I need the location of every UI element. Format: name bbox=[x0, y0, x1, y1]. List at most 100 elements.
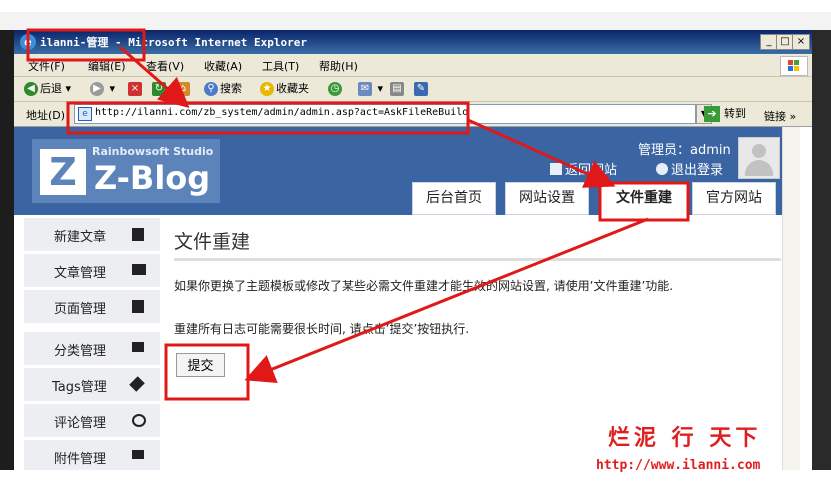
stop-button[interactable]: × bbox=[128, 80, 144, 98]
stop-icon: × bbox=[128, 82, 142, 96]
tab-site-settings[interactable]: 网站设置 bbox=[505, 182, 589, 215]
sidebar-item-comments[interactable]: 评论管理 bbox=[24, 404, 160, 438]
forward-button[interactable]: ▶ ▾ bbox=[90, 80, 115, 98]
zblog-studio-text: Rainbowsoft Studio bbox=[92, 145, 214, 158]
zblog-logo-text: Z-Blog bbox=[94, 159, 211, 197]
avatar bbox=[738, 137, 780, 179]
address-label: 地址(D) bbox=[26, 109, 66, 122]
folder-icon bbox=[132, 342, 144, 352]
title-divider bbox=[174, 258, 781, 261]
window-title: ilanni-管理 - Microsoft Internet Explorer bbox=[40, 36, 308, 49]
favorites-button[interactable]: ★ 收藏夹 bbox=[260, 80, 309, 98]
print-icon: ▤ bbox=[390, 82, 404, 96]
sidebar-item-label: 页面管理 bbox=[54, 302, 107, 317]
sidebar-item-label: 文章管理 bbox=[54, 266, 107, 281]
address-url: http://ilanni.com/zb_system/admin/admin.… bbox=[95, 107, 469, 118]
home-page-icon bbox=[550, 163, 562, 175]
search-icon: ⚲ bbox=[204, 82, 218, 96]
back-label: 后退 bbox=[40, 82, 62, 95]
back-arrow-icon: ◀ bbox=[24, 82, 38, 96]
home-icon: ⌂ bbox=[176, 82, 190, 96]
sidebar-item-label: Tags管理 bbox=[52, 380, 107, 395]
logout-link[interactable]: 退出登录 bbox=[656, 159, 723, 178]
refresh-button[interactable]: ↻ bbox=[152, 80, 168, 98]
tab-file-rebuild[interactable]: 文件重建 bbox=[600, 182, 688, 215]
background-window-right-strip bbox=[812, 30, 831, 470]
sidebar-item-new-article[interactable]: 新建文章 bbox=[24, 218, 160, 252]
watermark-url: http://www.ilanni.com bbox=[596, 458, 761, 473]
submit-button[interactable]: 提交 bbox=[176, 353, 225, 377]
sidebar-item-label: 评论管理 bbox=[54, 416, 107, 431]
edit-page-button[interactable]: ✎ bbox=[414, 80, 430, 98]
watermark-text: 烂泥 行 天下 bbox=[608, 425, 762, 451]
refresh-icon: ↻ bbox=[152, 82, 166, 96]
close-button[interactable]: × bbox=[792, 34, 810, 50]
edit-icon bbox=[132, 228, 144, 241]
menu-tools[interactable]: 工具(T) bbox=[262, 58, 299, 74]
mail-button[interactable]: ✉ ▾ bbox=[358, 80, 383, 98]
zblog-header: Z Rainbowsoft Studio Z-Blog 管理员：admin 返回… bbox=[14, 127, 782, 215]
mail-icon: ✉ bbox=[358, 82, 372, 96]
windows-logo-icon bbox=[780, 56, 808, 76]
forward-arrow-icon: ▶ bbox=[90, 82, 104, 96]
go-label: 转到 bbox=[724, 107, 746, 120]
star-icon: ★ bbox=[260, 82, 274, 96]
home-button[interactable]: ⌂ bbox=[176, 80, 192, 98]
tag-icon bbox=[129, 376, 145, 392]
sidebar-item-tags[interactable]: Tags管理 bbox=[24, 368, 160, 402]
back-button[interactable]: ◀ 后退 ▾ bbox=[24, 80, 71, 98]
sidebar-item-pages[interactable]: 页面管理 bbox=[24, 290, 160, 324]
power-icon bbox=[656, 163, 668, 175]
history-icon: ◷ bbox=[328, 82, 342, 96]
menu-favorites[interactable]: 收藏(A) bbox=[204, 58, 242, 74]
ie-browser-window: e ilanni-管理 - Microsoft Internet Explore… bbox=[14, 30, 812, 470]
screenshot-torn-edge bbox=[0, 12, 831, 31]
search-label: 搜索 bbox=[220, 82, 242, 95]
book-icon bbox=[132, 264, 146, 275]
instruction-paragraph: 重建所有日志可能需要很长时间, 请点击’提交’按钮执行. bbox=[174, 322, 470, 336]
page-scrollbar[interactable] bbox=[782, 127, 800, 470]
sidebar-item-articles[interactable]: 文章管理 bbox=[24, 254, 160, 288]
admin-user-label: 管理员：admin bbox=[638, 143, 731, 158]
menu-view[interactable]: 查看(V) bbox=[146, 58, 184, 74]
ie-logo-icon: e bbox=[20, 34, 36, 50]
standard-toolbar: ◀ 后退 ▾ ▶ ▾ × ↻ ⌂ ⚲ 搜索 ★ 收藏夹 ◷ ✉ ▾ ▤ ✎ bbox=[14, 77, 812, 102]
go-arrow-icon: ➔ bbox=[704, 106, 720, 122]
background-window-left-strip bbox=[0, 30, 14, 470]
tab-dashboard[interactable]: 后台首页 bbox=[412, 182, 496, 215]
back-to-site-link[interactable]: 返回网站 bbox=[550, 159, 617, 178]
attachment-icon bbox=[132, 450, 144, 459]
address-input[interactable]: e http://ilanni.com/zb_system/admin/admi… bbox=[74, 104, 696, 124]
admin-sidebar: 新建文章 文章管理 页面管理 分类管理 Tags管理 评论管理 附件管理 bbox=[24, 218, 160, 470]
zblog-logo[interactable]: Z Rainbowsoft Studio Z-Blog bbox=[32, 139, 220, 203]
avatar-body bbox=[745, 160, 773, 176]
logout-label: 退出登录 bbox=[671, 163, 724, 178]
sidebar-item-attachments[interactable]: 附件管理 bbox=[24, 440, 160, 470]
back-to-site-label: 返回网站 bbox=[565, 163, 618, 178]
page-title: 文件重建 bbox=[174, 231, 251, 253]
sidebar-item-label: 新建文章 bbox=[54, 230, 107, 245]
avatar-head bbox=[752, 144, 766, 158]
sidebar-item-categories[interactable]: 分类管理 bbox=[24, 332, 160, 366]
favorites-label: 收藏夹 bbox=[276, 82, 309, 95]
menu-file[interactable]: 文件(F) bbox=[28, 58, 65, 74]
menu-bar: 文件(F) 编辑(E) 查看(V) 收藏(A) 工具(T) 帮助(H) bbox=[14, 54, 812, 77]
history-button[interactable]: ◷ bbox=[328, 80, 344, 98]
title-bar[interactable]: e ilanni-管理 - Microsoft Internet Explore… bbox=[14, 30, 812, 54]
comment-icon bbox=[132, 414, 146, 427]
page-content: Z Rainbowsoft Studio Z-Blog 管理员：admin 返回… bbox=[14, 127, 812, 470]
description-paragraph: 如果你更换了主题模板或修改了某些必需文件重建才能生效的网站设置, 请使用’文件重… bbox=[174, 279, 674, 293]
menu-edit[interactable]: 编辑(E) bbox=[88, 58, 126, 74]
edit-page-icon: ✎ bbox=[414, 82, 428, 96]
links-label: 链接 bbox=[764, 110, 786, 123]
menu-help[interactable]: 帮助(H) bbox=[319, 58, 358, 74]
go-button[interactable]: ➔ 转到 bbox=[704, 105, 746, 123]
print-button[interactable]: ▤ bbox=[390, 80, 406, 98]
sidebar-item-label: 分类管理 bbox=[54, 344, 107, 359]
search-button[interactable]: ⚲ 搜索 bbox=[204, 80, 242, 98]
address-bar: 地址(D) e http://ilanni.com/zb_system/admi… bbox=[14, 102, 812, 127]
tab-official-site[interactable]: 官方网站 bbox=[692, 182, 776, 215]
page-icon: e bbox=[78, 107, 92, 121]
zblog-logo-letter: Z bbox=[40, 149, 86, 195]
links-button[interactable]: 链接 » bbox=[764, 108, 796, 124]
